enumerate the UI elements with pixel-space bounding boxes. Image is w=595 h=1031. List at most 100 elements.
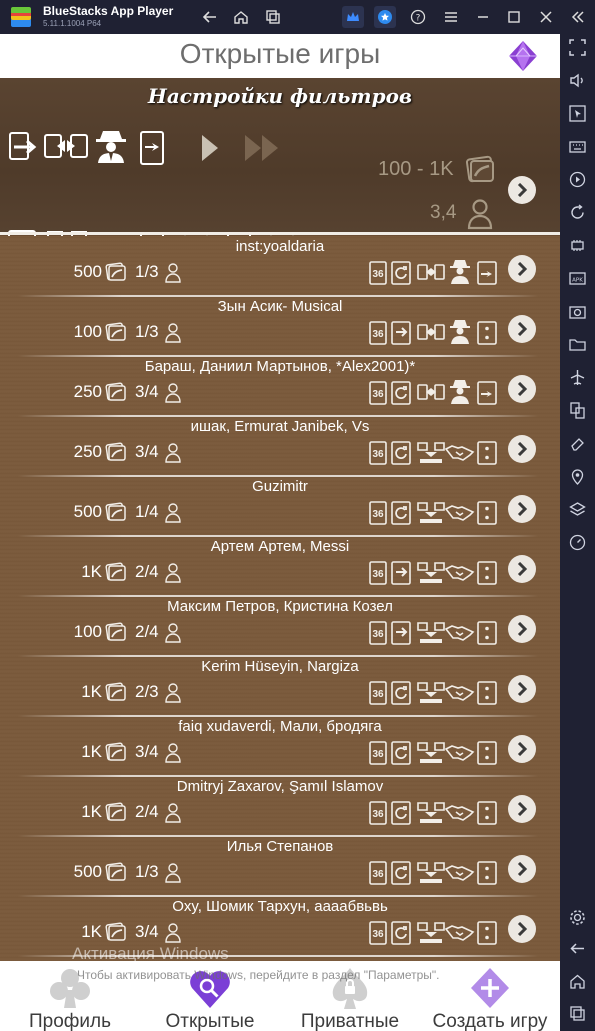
install-apk-button[interactable]: APK [568,269,587,288]
join-game-button[interactable] [508,615,536,643]
fair-play-icon [445,685,475,701]
join-game-button[interactable] [508,255,536,283]
join-game-button[interactable] [508,855,536,883]
game-players: Бараш, Даниил Мартынов, *Alex2001)* [144,358,416,375]
fullscreen-button[interactable] [568,38,587,57]
screenshot-button[interactable] [568,302,587,321]
fair-play-icon [445,745,475,761]
game-row[interactable]: ишак, Ermurat Janibek, Vs 250 3/4 36 [0,416,560,477]
join-game-button[interactable] [508,495,536,523]
game-player-count: 1/3 [135,862,159,881]
deck-size-icon: 36 [369,501,387,525]
performance-button[interactable] [568,236,587,255]
game-player-count: 2/3 [135,682,159,701]
game-row[interactable]: Guzimitr 500 1/4 36 [0,476,560,537]
chevron-right-icon [517,922,528,936]
filter-bet-arrow-button[interactable] [508,176,536,204]
filter-cheaters-icon[interactable] [92,128,130,164]
game-players: Oxy, Шомик Тархун, ааaабвьвь [172,898,388,915]
android-home-button[interactable] [568,972,587,991]
settings-button[interactable] [568,908,587,927]
macro-button[interactable] [568,170,587,189]
game-players: Артем Артем, Messi [210,538,350,555]
join-game-button[interactable] [508,915,536,943]
game-row[interactable]: Артем Артем, Messi 1K 2/4 36 [0,536,560,597]
join-game-button[interactable] [508,795,536,823]
back-button[interactable] [199,6,221,28]
deck-size-label: 36 [372,269,384,280]
filter-podkidnoy-icon[interactable] [8,131,38,163]
eco-mode-button[interactable] [568,434,587,453]
volume-button[interactable] [568,71,587,90]
volume-icon [570,73,583,88]
all-cards-rule-icon [417,802,445,823]
menu-button[interactable] [440,6,462,28]
home-button[interactable] [230,6,252,28]
nav-create-game[interactable]: Создать игру [420,961,560,1031]
join-game-button[interactable] [508,435,536,463]
game-row[interactable]: Максим Петров, Кристина Козел 100 2/4 36 [0,596,560,657]
fair-play-icon [445,865,475,881]
hamburger-icon [445,12,457,22]
diamond-plus-icon [471,968,509,1008]
chevron-right-icon [517,562,528,576]
game-row[interactable]: Зын Асик- Musical 100 1/3 36 [0,296,560,357]
two-players-rule-icon [477,621,497,645]
join-game-button[interactable] [508,315,536,343]
location-button[interactable] [568,467,587,486]
game-row[interactable]: Илья Степанов 500 1/3 36 [0,836,560,897]
chevron-right-icon [517,262,528,276]
rebound-rule-icon [391,681,411,705]
filter-rating[interactable]: 3,4 [430,202,456,224]
fullscreen-icon [569,39,586,56]
game-player-count: 2/4 [135,622,159,641]
game-players: ишак, Ermurat Janibek, Vs [190,418,370,435]
game-row[interactable]: Бараш, Даниил Мартынов, *Alex2001)* 250 3/… [0,356,560,417]
rotate-button[interactable] [568,203,587,222]
game-row[interactable]: Kerim Hüseyin, Nargiza 1K 2/3 36 [0,656,560,717]
app-header: Открытые игры [0,34,560,78]
window-version: 5.11.1.1004 P64 [43,19,102,28]
join-game-button[interactable] [508,675,536,703]
filter-perevodnoy-icon[interactable] [43,131,89,163]
help-button[interactable]: ? [407,6,429,28]
minimize-button[interactable] [472,6,494,28]
android-recents-button[interactable] [568,1004,587,1023]
crown-button[interactable] [342,6,364,28]
join-game-button[interactable] [508,375,536,403]
bet-coins-icon [105,382,126,401]
all-cards-rule-icon [417,442,445,463]
game-row[interactable]: faiq xudaverdi, Мали, бродяга 1K 3/4 36 [0,716,560,777]
bet-coins-icon [105,502,126,521]
filter-speed-fast-icon[interactable] [243,133,281,163]
crown-icon [347,12,359,21]
close-button[interactable] [535,6,557,28]
camera-icon [569,306,586,319]
speed-button[interactable] [568,533,587,552]
filter-throw-icon[interactable] [140,131,164,165]
multi-instance-button[interactable] [262,6,284,28]
android-back-button[interactable] [568,939,587,958]
gem-shop-icon[interactable] [506,39,540,73]
game-player-count: 3/4 [135,742,159,761]
chevron-right-icon [517,862,528,876]
pointer-mode-button[interactable] [568,104,587,123]
filter-bet-range[interactable]: 100 - 1K [378,158,454,181]
media-folder-button[interactable] [568,335,587,354]
layers-button[interactable] [568,500,587,519]
multi-instance-sync-button[interactable] [568,401,587,420]
airplane-mode-button[interactable] [568,368,587,387]
join-game-button[interactable] [508,555,536,583]
keyboard-button[interactable] [568,137,587,156]
join-game-button[interactable] [508,735,536,763]
game-row[interactable]: inst:yoaldaria 500 1/3 36 [0,236,560,297]
collapse-sidebar-button[interactable] [567,6,589,28]
game-bet: 250 [73,442,102,461]
transfer-rule-icon [417,264,445,280]
filter-speed-normal-icon[interactable] [199,133,221,163]
bluestacks-store-button[interactable] [374,6,396,28]
bet-coins-icon [105,862,126,881]
deck-size-label: 36 [372,869,384,880]
maximize-button[interactable] [503,6,525,28]
game-row[interactable]: Dmitryj Zaxarov, Şamıl Islamov 1K 2/4 36 [0,776,560,837]
